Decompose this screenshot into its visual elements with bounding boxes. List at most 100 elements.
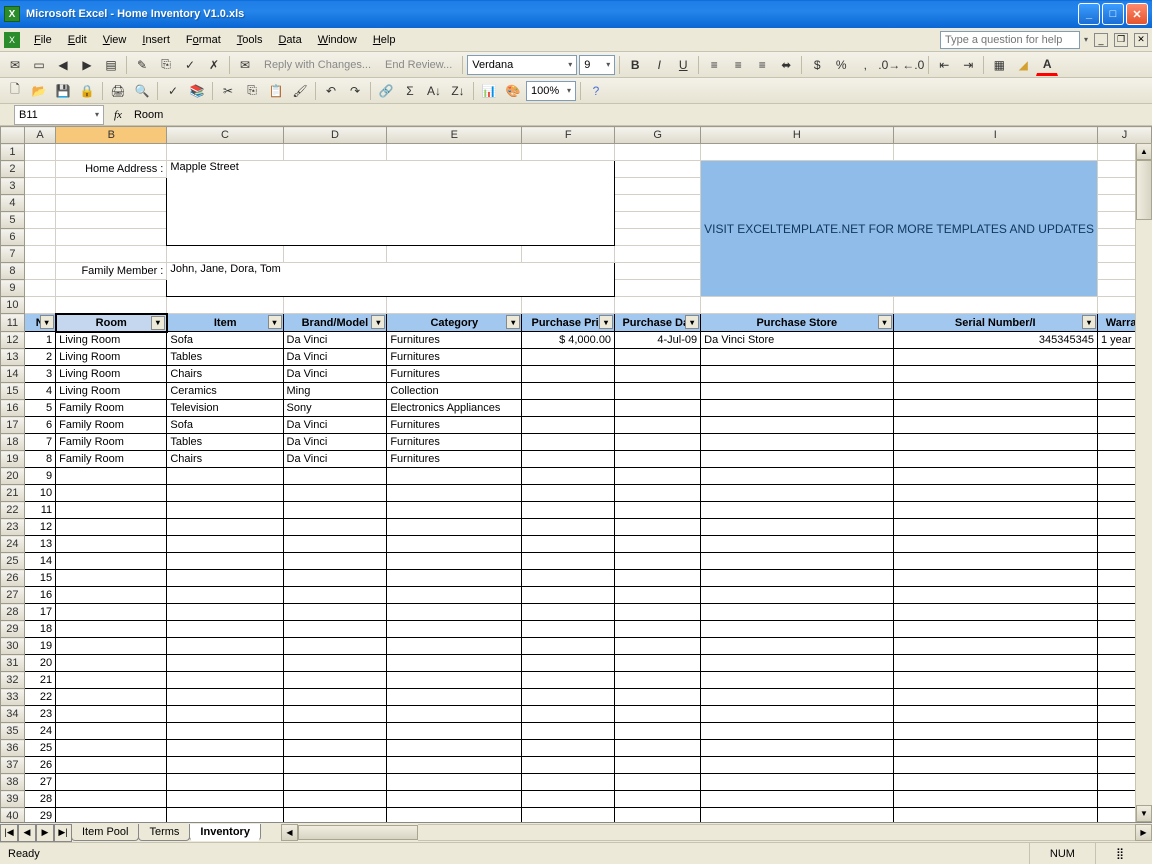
data-cell[interactable]	[387, 587, 522, 604]
data-cell[interactable]	[522, 672, 615, 689]
data-cell[interactable]: Furnitures	[387, 366, 522, 383]
data-cell[interactable]	[283, 570, 387, 587]
data-cell[interactable]	[893, 434, 1097, 451]
data-cell[interactable]	[167, 638, 283, 655]
data-cell[interactable]	[167, 740, 283, 757]
data-cell[interactable]: 27	[24, 774, 55, 791]
data-cell[interactable]	[167, 502, 283, 519]
row-header-3[interactable]: 3	[1, 178, 25, 195]
data-cell[interactable]: 26	[24, 757, 55, 774]
data-cell[interactable]	[283, 468, 387, 485]
data-cell[interactable]	[701, 723, 893, 740]
data-cell[interactable]: 23	[24, 706, 55, 723]
font-color-button[interactable]: A	[1036, 54, 1058, 76]
hyperlink-button[interactable]: 🔗	[375, 80, 397, 102]
data-cell[interactable]: Ming	[283, 383, 387, 400]
align-center-button[interactable]: ≡	[727, 54, 749, 76]
data-cell[interactable]	[56, 791, 167, 808]
data-cell[interactable]: Da Vinci	[283, 349, 387, 366]
data-cell[interactable]	[387, 570, 522, 587]
row-header-31[interactable]: 31	[1, 655, 25, 672]
hscroll-thumb[interactable]	[298, 825, 418, 840]
data-cell[interactable]	[893, 468, 1097, 485]
data-cell[interactable]	[893, 553, 1097, 570]
data-cell[interactable]	[522, 434, 615, 451]
data-cell[interactable]: 14	[24, 553, 55, 570]
borders-button[interactable]: ▦	[988, 54, 1010, 76]
data-cell[interactable]	[167, 723, 283, 740]
data-cell[interactable]: Family Room	[56, 451, 167, 468]
data-cell[interactable]	[893, 774, 1097, 791]
data-cell[interactable]: Living Room	[56, 366, 167, 383]
data-cell[interactable]: Collection	[387, 383, 522, 400]
data-cell[interactable]	[893, 502, 1097, 519]
filter-header-4[interactable]: Category▾	[387, 314, 522, 332]
data-cell[interactable]	[893, 723, 1097, 740]
close-button[interactable]: ✕	[1126, 3, 1148, 25]
data-cell[interactable]: Da Vinci	[283, 366, 387, 383]
data-cell[interactable]	[701, 570, 893, 587]
data-cell[interactable]	[701, 791, 893, 808]
minimize-button[interactable]: _	[1078, 3, 1100, 25]
bold-button[interactable]: B	[624, 54, 646, 76]
horizontal-scrollbar[interactable]: ◀ ▶	[281, 824, 1152, 841]
data-cell[interactable]: Da Vinci	[283, 434, 387, 451]
data-cell[interactable]	[56, 502, 167, 519]
data-cell[interactable]: Furnitures	[387, 451, 522, 468]
save-button[interactable]: 💾	[52, 80, 74, 102]
data-cell[interactable]	[615, 604, 701, 621]
data-cell[interactable]	[615, 468, 701, 485]
data-cell[interactable]	[615, 553, 701, 570]
data-cell[interactable]	[387, 706, 522, 723]
data-cell[interactable]	[387, 621, 522, 638]
row-header-12[interactable]: 12	[1, 332, 25, 349]
data-cell[interactable]	[615, 791, 701, 808]
data-cell[interactable]	[701, 553, 893, 570]
comma-button[interactable]: ,	[854, 54, 876, 76]
data-cell[interactable]	[701, 485, 893, 502]
data-cell[interactable]	[387, 519, 522, 536]
data-cell[interactable]	[615, 689, 701, 706]
accept-change-icon[interactable]: ✓	[179, 54, 201, 76]
data-cell[interactable]	[56, 604, 167, 621]
data-cell[interactable]	[615, 757, 701, 774]
row-header-28[interactable]: 28	[1, 604, 25, 621]
data-cell[interactable]	[387, 485, 522, 502]
data-cell[interactable]	[615, 366, 701, 383]
data-cell[interactable]	[283, 655, 387, 672]
data-cell[interactable]	[522, 400, 615, 417]
track-changes-icon[interactable]: ⎘	[155, 54, 177, 76]
data-cell[interactable]	[387, 655, 522, 672]
data-cell[interactable]	[167, 485, 283, 502]
data-cell[interactable]	[167, 689, 283, 706]
row-header-22[interactable]: 22	[1, 502, 25, 519]
maximize-button[interactable]: □	[1102, 3, 1124, 25]
scroll-up-button[interactable]: ▲	[1136, 143, 1152, 160]
data-cell[interactable]: Furnitures	[387, 349, 522, 366]
data-cell[interactable]: Living Room	[56, 383, 167, 400]
data-cell[interactable]	[387, 723, 522, 740]
data-cell[interactable]: 24	[24, 723, 55, 740]
row-header-25[interactable]: 25	[1, 553, 25, 570]
data-cell[interactable]	[522, 638, 615, 655]
data-cell[interactable]	[522, 570, 615, 587]
italic-button[interactable]: I	[648, 54, 670, 76]
prev-comment-icon[interactable]: ◀	[52, 54, 74, 76]
row-header-40[interactable]: 40	[1, 808, 25, 823]
data-cell[interactable]	[701, 774, 893, 791]
data-cell[interactable]: Television	[167, 400, 283, 417]
data-cell[interactable]	[701, 706, 893, 723]
data-cell[interactable]	[283, 808, 387, 823]
tab-next-button[interactable]: ▶	[36, 824, 54, 842]
autosum-button[interactable]: Σ	[399, 80, 421, 102]
status-resize-grip[interactable]: ⣿	[1095, 843, 1144, 864]
drawing-button[interactable]: 🎨	[502, 80, 524, 102]
data-cell[interactable]	[893, 689, 1097, 706]
currency-button[interactable]: $	[806, 54, 828, 76]
data-cell[interactable]	[522, 349, 615, 366]
row-header-29[interactable]: 29	[1, 621, 25, 638]
data-cell[interactable]	[56, 536, 167, 553]
data-cell[interactable]	[283, 740, 387, 757]
menu-window[interactable]: Window	[310, 32, 365, 48]
data-cell[interactable]	[701, 621, 893, 638]
